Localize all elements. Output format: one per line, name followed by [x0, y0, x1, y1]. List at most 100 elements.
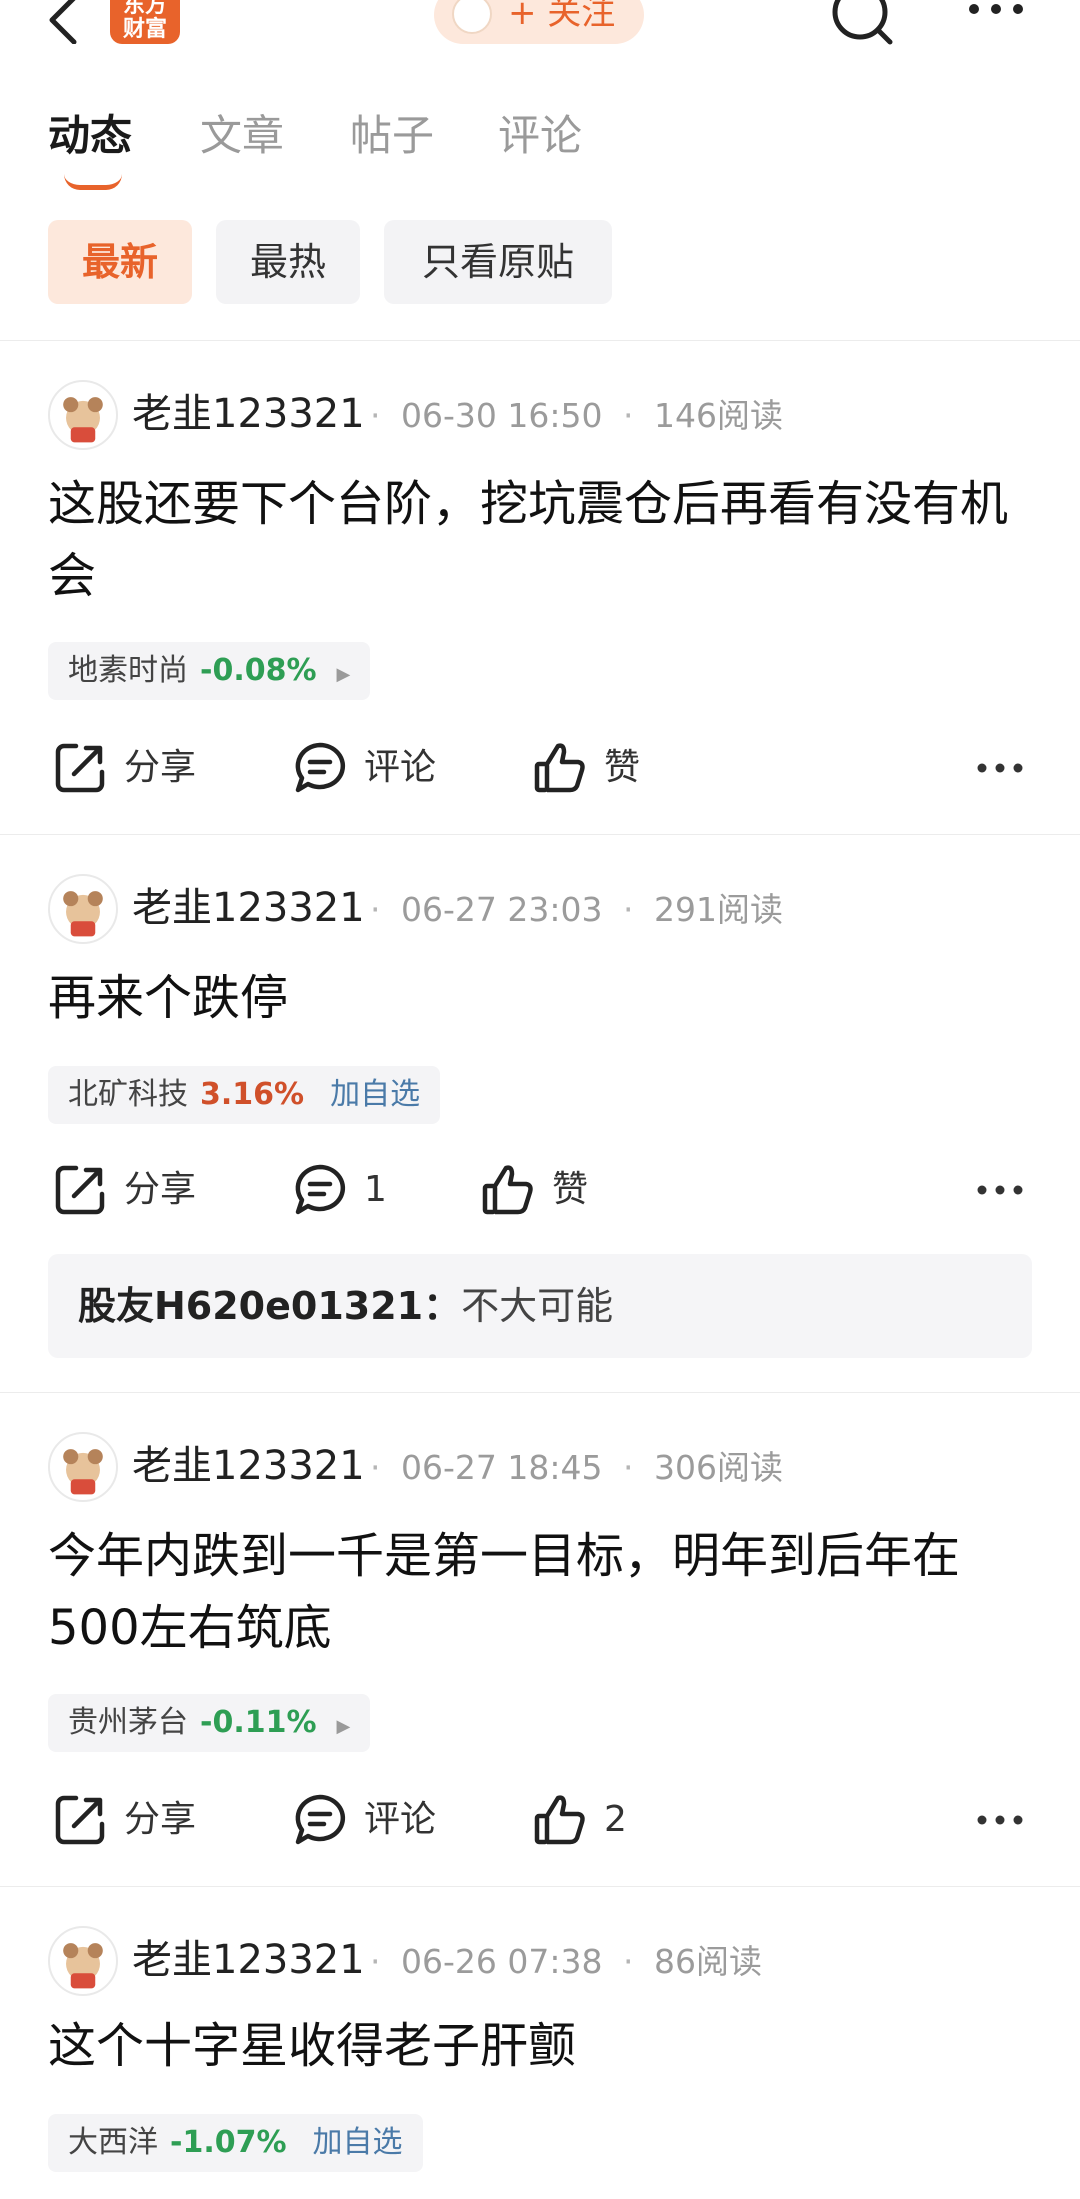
share-label: 分享 [124, 1799, 197, 1840]
thumbs-up-icon [534, 1795, 585, 1845]
top-bar: 东方 财富 + 关注 [0, 0, 1080, 62]
reply-text: 不大可能 [461, 1284, 614, 1328]
follow-button[interactable]: + 关注 [434, 0, 644, 44]
post-time: 06-30 16:50 [401, 396, 603, 435]
separator: · [622, 890, 634, 929]
post-time: 06-27 18:45 [401, 1448, 603, 1487]
username[interactable]: 老韭123321 [132, 1436, 365, 1496]
stock-name: 北矿科技 [68, 1077, 188, 1112]
app-logo: 东方 财富 [110, 0, 180, 44]
like-label: 赞 [552, 1169, 589, 1210]
stock-tag[interactable]: 地素时尚 -0.08% ▶ [48, 642, 371, 700]
filter-latest[interactable]: 最新 [48, 220, 192, 304]
stock-change: -0.11% [200, 1705, 317, 1740]
follow-label: + 关注 [508, 0, 616, 33]
post-meta: · 06-27 18:45 · 306阅读 [370, 1438, 783, 1498]
separator: · [622, 1448, 634, 1487]
read-count: 146阅读 [653, 396, 783, 435]
like-button[interactable]: 2 [532, 1790, 672, 1850]
play-icon: ▶ [336, 1716, 351, 1737]
post-meta: · 06-26 07:38 · 86阅读 [370, 1932, 762, 1992]
separator: · [370, 890, 381, 929]
stock-change: -1.07% [170, 2125, 287, 2160]
back-icon[interactable] [44, 0, 90, 44]
separator: · [622, 1942, 634, 1981]
stock-name: 地素时尚 [68, 653, 188, 688]
divider [0, 1886, 1080, 1887]
tab-articles[interactable]: 文章 [200, 98, 284, 174]
like-button[interactable]: 赞 [480, 1160, 620, 1220]
more-icon[interactable] [976, 1184, 1024, 1196]
like-label: 赞 [604, 747, 641, 788]
comment-label: 评论 [364, 747, 437, 788]
share-button[interactable]: 分享 [52, 1790, 232, 1850]
divider [0, 834, 1080, 835]
post-content[interactable]: 这股还要下个台阶，挖坑震仓后再看有没有机会 [48, 468, 1038, 612]
comment-button[interactable]: 评论 [292, 738, 472, 798]
separator: · [370, 1448, 381, 1487]
divider [0, 1392, 1080, 1393]
logo-text: 东方 财富 [122, 0, 167, 42]
search-icon[interactable] [830, 0, 896, 48]
divider [0, 340, 1080, 341]
tab-dynamic[interactable]: 动态 [48, 98, 132, 174]
thumbs-up-icon [534, 743, 585, 793]
post-time: 06-26 07:38 [401, 1942, 603, 1981]
stock-tag[interactable]: 贵州茅台 -0.11% ▶ [48, 1694, 371, 1752]
avatar [452, 0, 492, 34]
share-icon [55, 743, 105, 793]
post-content[interactable]: 今年内跌到一千是第一目标，明年到后年在500左右筑底 [48, 1520, 1038, 1664]
comment-count: 1 [364, 1169, 387, 1210]
read-count: 86阅读 [653, 1942, 762, 1981]
avatar[interactable] [48, 380, 118, 450]
tab-comments[interactable]: 评论 [498, 98, 582, 174]
reply-preview[interactable]: 股友H620e01321：不大可能 [48, 1254, 1032, 1358]
stock-tag[interactable]: 北矿科技 3.16% 加自选 [48, 1066, 441, 1124]
read-count: 306阅读 [653, 1448, 783, 1487]
username[interactable]: 老韭123321 [132, 384, 365, 444]
post-content[interactable]: 再来个跌停 [48, 962, 1038, 1034]
share-icon [55, 1165, 105, 1215]
more-icon[interactable] [976, 762, 1024, 774]
more-icon[interactable] [976, 1814, 1024, 1826]
like-count: 2 [604, 1799, 627, 1840]
filter-hot[interactable]: 最热 [216, 220, 360, 304]
comment-icon [295, 1794, 346, 1845]
filter-original-only[interactable]: 只看原贴 [384, 220, 612, 304]
add-watchlist-link[interactable]: 加自选 [330, 1077, 420, 1112]
reply-separator: ： [423, 1284, 462, 1328]
stock-name: 大西洋 [68, 2125, 158, 2160]
stock-change: -0.08% [200, 653, 317, 688]
avatar[interactable] [48, 1432, 118, 1502]
post-time: 06-27 23:03 [401, 890, 603, 929]
share-button[interactable]: 分享 [52, 738, 232, 798]
post-meta: · 06-30 16:50 · 146阅读 [370, 386, 783, 446]
avatar[interactable] [48, 1926, 118, 1996]
reply-username[interactable]: 股友H620e01321 [78, 1284, 423, 1328]
tab-posts[interactable]: 帖子 [350, 98, 434, 174]
comment-button[interactable]: 1 [292, 1160, 432, 1220]
share-icon [55, 1795, 105, 1845]
stock-tag[interactable]: 大西洋 -1.07% 加自选 [48, 2114, 423, 2172]
comment-label: 评论 [364, 1799, 437, 1840]
avatar[interactable] [48, 874, 118, 944]
separator: · [370, 396, 381, 435]
stock-name: 贵州茅台 [68, 1705, 188, 1740]
separator: · [622, 396, 634, 435]
stock-change: 3.16% [200, 1077, 305, 1112]
add-watchlist-link[interactable]: 加自选 [313, 2125, 403, 2160]
username[interactable]: 老韭123321 [132, 878, 365, 938]
thumbs-up-icon [482, 1165, 533, 1215]
play-icon: ▶ [336, 664, 351, 685]
share-button[interactable]: 分享 [52, 1160, 232, 1220]
post-content[interactable]: 这个十字星收得老子肝颤 [48, 2010, 1038, 2082]
comment-button[interactable]: 评论 [292, 1790, 472, 1850]
read-count: 291阅读 [653, 890, 783, 929]
more-icon[interactable] [966, 0, 1026, 24]
like-button[interactable]: 赞 [532, 738, 672, 798]
active-tab-indicator [64, 174, 122, 190]
separator: · [370, 1942, 381, 1981]
share-label: 分享 [124, 747, 197, 788]
username[interactable]: 老韭123321 [132, 1930, 365, 1990]
comment-icon [295, 1164, 346, 1215]
